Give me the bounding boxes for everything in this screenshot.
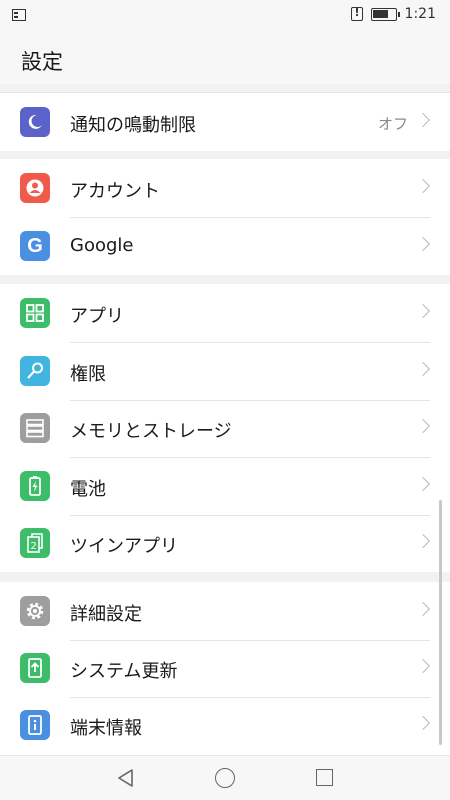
settings-list[interactable]: 通知の鳴動制限 オフ アカウント G Google アプリ 権限 メモリとストレ… — [0, 84, 450, 755]
scrollbar[interactable] — [439, 500, 442, 745]
settings-item-google[interactable]: G Google — [0, 217, 450, 275]
recent-apps-icon[interactable] — [316, 769, 333, 786]
apps-grid-icon — [20, 298, 50, 328]
settings-item-label: メモリとストレージ — [70, 421, 232, 442]
app-bar: 設定 — [0, 32, 450, 84]
gear-icon — [20, 596, 50, 626]
settings-item-label: 電池 — [70, 479, 106, 500]
settings-item-permissions[interactable]: 権限 — [0, 342, 450, 400]
settings-item-battery[interactable]: 電池 — [0, 457, 450, 515]
settings-item-label: 端末情報 — [70, 718, 142, 739]
settings-section: アプリ 権限 メモリとストレージ 電池 2 ツインアプリ — [0, 284, 450, 572]
svg-text:2: 2 — [31, 541, 37, 552]
account-icon — [20, 173, 50, 203]
alert-icon — [350, 6, 363, 21]
twin-app-icon: 2 — [20, 528, 50, 558]
settings-item-twin-app[interactable]: 2 ツインアプリ — [0, 514, 450, 572]
chevron-right-icon — [415, 178, 431, 194]
settings-item-label: 権限 — [70, 364, 106, 385]
status-bar: 1:21 — [0, 0, 450, 32]
settings-item-advanced[interactable]: 詳細設定 — [0, 582, 450, 640]
info-icon — [20, 710, 50, 740]
page-title: 設定 — [21, 50, 63, 74]
chevron-right-icon — [415, 418, 431, 434]
chevron-right-icon — [415, 476, 431, 492]
storage-icon — [20, 413, 50, 443]
chevron-right-icon — [415, 361, 431, 377]
moon-icon — [20, 107, 50, 137]
settings-item-about-device[interactable]: 端末情報 — [0, 696, 450, 754]
chevron-right-icon — [415, 601, 431, 617]
google-icon: G — [20, 231, 50, 261]
battery-icon — [20, 471, 50, 501]
navigation-bar — [0, 755, 450, 800]
chevron-right-icon — [415, 715, 431, 731]
settings-item-label: システム更新 — [70, 661, 178, 682]
settings-item-label: 詳細設定 — [70, 604, 142, 625]
settings-item-do-not-disturb[interactable]: 通知の鳴動制限 オフ — [0, 93, 450, 151]
settings-item-label: アプリ — [70, 306, 124, 327]
status-time: 1:21 — [404, 6, 436, 22]
settings-section: 通知の鳴動制限 オフ — [0, 92, 450, 151]
settings-item-value: オフ — [377, 115, 408, 133]
settings-item-label: 通知の鳴動制限 — [70, 115, 196, 136]
settings-item-system-update[interactable]: システム更新 — [0, 639, 450, 697]
settings-item-apps[interactable]: アプリ — [0, 284, 450, 342]
chevron-right-icon — [415, 533, 431, 549]
settings-section: 詳細設定 システム更新 端末情報 — [0, 582, 450, 755]
settings-section: アカウント G Google — [0, 159, 450, 275]
settings-item-label: ツインアプリ — [70, 536, 178, 557]
settings-item-account[interactable]: アカウント — [0, 159, 450, 217]
battery-status-icon — [370, 7, 400, 21]
back-icon[interactable] — [116, 768, 136, 788]
key-icon — [20, 356, 50, 386]
chevron-right-icon — [415, 236, 431, 252]
settings-item-storage[interactable]: メモリとストレージ — [0, 399, 450, 457]
sim-icon — [12, 9, 26, 21]
chevron-right-icon — [415, 112, 431, 128]
chevron-right-icon — [415, 658, 431, 674]
chevron-right-icon — [415, 303, 431, 319]
settings-item-label: アカウント — [70, 181, 160, 202]
settings-item-label: Google — [70, 235, 134, 256]
home-icon[interactable] — [215, 768, 235, 788]
system-update-icon — [20, 653, 50, 683]
